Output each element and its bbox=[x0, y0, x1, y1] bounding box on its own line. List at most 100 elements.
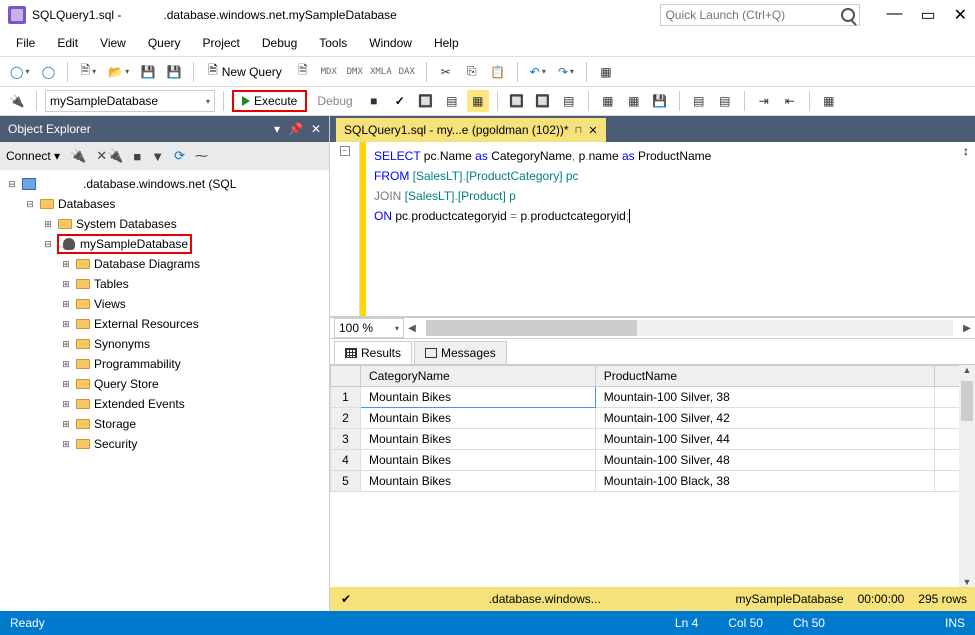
menu-debug[interactable]: Debug bbox=[252, 33, 307, 53]
activity-button[interactable]: ⁓ bbox=[195, 148, 208, 164]
tree-item-external-resources[interactable]: ⊞External Resources bbox=[0, 314, 329, 334]
collapse-icon[interactable]: ⊟ bbox=[42, 239, 54, 250]
close-tab-button[interactable]: ✕ bbox=[588, 124, 597, 137]
tree-item-security[interactable]: ⊞Security bbox=[0, 434, 329, 454]
column-categoryname[interactable]: CategoryName bbox=[361, 366, 596, 387]
cell-product[interactable]: Mountain-100 Silver, 38 bbox=[595, 387, 934, 408]
expand-icon[interactable]: ⊞ bbox=[60, 399, 72, 410]
table-row[interactable]: 2Mountain BikesMountain-100 Silver, 42 bbox=[331, 408, 975, 429]
stop-button-explorer[interactable]: ■ bbox=[133, 149, 141, 164]
expand-icon[interactable]: ⊞ bbox=[42, 219, 54, 230]
cell-category[interactable]: Mountain Bikes bbox=[361, 387, 596, 408]
display-plan-button[interactable]: 🔲 bbox=[415, 90, 437, 112]
horizontal-scrollbar[interactable] bbox=[426, 320, 953, 336]
debug-button[interactable]: Debug bbox=[311, 94, 358, 108]
messages-tab[interactable]: Messages bbox=[414, 341, 507, 364]
menu-window[interactable]: Window bbox=[359, 33, 422, 53]
cell-category[interactable]: Mountain Bikes bbox=[361, 471, 596, 492]
new-query-button[interactable]: 🗎 New Query bbox=[202, 59, 288, 84]
close-button[interactable]: ✕ bbox=[954, 5, 967, 25]
database-selector[interactable]: mySampleDatabase ▾ bbox=[45, 90, 215, 112]
uncomment-button[interactable]: ▤ bbox=[714, 90, 736, 112]
dax-button[interactable]: DAX bbox=[396, 61, 418, 83]
cell-product[interactable]: Mountain-100 Silver, 42 bbox=[595, 408, 934, 429]
dmx-button[interactable]: DMX bbox=[344, 61, 366, 83]
live-stats-button[interactable]: 🔲 bbox=[532, 90, 554, 112]
tree-item-programmability[interactable]: ⊞Programmability bbox=[0, 354, 329, 374]
fold-icon[interactable]: − bbox=[340, 146, 350, 156]
menu-query[interactable]: Query bbox=[138, 33, 191, 53]
scroll-right-button[interactable]: ▶ bbox=[959, 323, 975, 334]
column-productname[interactable]: ProductName bbox=[595, 366, 934, 387]
minimize-button[interactable]: — bbox=[886, 5, 902, 25]
cell-category[interactable]: Mountain Bikes bbox=[361, 450, 596, 471]
cell-product[interactable]: Mountain-100 Silver, 44 bbox=[595, 429, 934, 450]
expand-icon[interactable]: ⊞ bbox=[60, 339, 72, 350]
nav-forward-button[interactable]: ◯ bbox=[37, 61, 59, 83]
parse-button[interactable]: ✓ bbox=[389, 90, 411, 112]
xmla-button[interactable]: XMLA bbox=[370, 61, 392, 83]
paste-button[interactable]: 📋 bbox=[487, 61, 509, 83]
quick-launch-input[interactable] bbox=[665, 8, 841, 22]
tree-item-synonyms[interactable]: ⊞Synonyms bbox=[0, 334, 329, 354]
zoom-selector[interactable]: 100 % ▾ bbox=[334, 318, 404, 338]
expand-icon[interactable]: ⊞ bbox=[60, 279, 72, 290]
code-editor[interactable]: − SELECT pc.Name as CategoryName, p.name… bbox=[330, 142, 975, 317]
menu-view[interactable]: View bbox=[90, 33, 136, 53]
connect-button[interactable]: Connect ▾ bbox=[6, 149, 60, 163]
properties-button[interactable]: ▦ bbox=[595, 61, 617, 83]
client-stats-button[interactable]: ▤ bbox=[558, 90, 580, 112]
table-row[interactable]: 3Mountain BikesMountain-100 Silver, 44 bbox=[331, 429, 975, 450]
pin-icon[interactable]: ⊓ bbox=[575, 125, 583, 136]
menu-edit[interactable]: Edit bbox=[47, 33, 88, 53]
filter-button[interactable]: ▼ bbox=[151, 149, 164, 164]
stop-button[interactable]: ■ bbox=[363, 90, 385, 112]
maximize-button[interactable]: ▭ bbox=[920, 5, 935, 25]
tree-databases[interactable]: ⊟ Databases bbox=[0, 194, 329, 214]
panel-dropdown-button[interactable]: ▾ bbox=[274, 122, 280, 136]
tree-item-database-diagrams[interactable]: ⊞Database Diagrams bbox=[0, 254, 329, 274]
mdx-button[interactable]: MDX bbox=[318, 61, 340, 83]
tree-item-tables[interactable]: ⊞Tables bbox=[0, 274, 329, 294]
cell-category[interactable]: Mountain Bikes bbox=[361, 408, 596, 429]
copy-button[interactable]: ⎘ bbox=[461, 61, 483, 83]
expand-icon[interactable]: ⊞ bbox=[60, 359, 72, 370]
db-query-button[interactable]: 🗎 bbox=[292, 61, 314, 83]
panel-close-button[interactable]: ✕ bbox=[311, 122, 321, 136]
cell-product[interactable]: Mountain-100 Black, 38 bbox=[595, 471, 934, 492]
save-all-button[interactable]: 💾 bbox=[163, 61, 185, 83]
results-vertical-scrollbar[interactable]: ▲ ▼ bbox=[959, 365, 975, 587]
save-button[interactable]: 💾 bbox=[137, 61, 159, 83]
cell-category[interactable]: Mountain Bikes bbox=[361, 429, 596, 450]
expand-icon[interactable]: ⊞ bbox=[60, 379, 72, 390]
expand-icon[interactable]: ⊞ bbox=[60, 259, 72, 270]
change-connection-button[interactable]: 🔌 bbox=[6, 90, 28, 112]
menu-file[interactable]: File bbox=[6, 33, 45, 53]
collapse-icon[interactable]: ⊟ bbox=[6, 179, 18, 190]
results-grid[interactable]: CategoryName ProductName 1Mountain Bikes… bbox=[330, 365, 975, 587]
results-tab[interactable]: Results bbox=[334, 341, 412, 364]
expand-icon[interactable]: ⊞ bbox=[60, 419, 72, 430]
include-plan-button[interactable]: 🔲 bbox=[506, 90, 528, 112]
open-button[interactable]: 📂▾ bbox=[104, 61, 133, 83]
menu-help[interactable]: Help bbox=[424, 33, 469, 53]
tree-item-query-store[interactable]: ⊞Query Store bbox=[0, 374, 329, 394]
menu-project[interactable]: Project bbox=[193, 33, 250, 53]
quick-launch[interactable] bbox=[660, 4, 860, 26]
disconnect-all-button[interactable]: ✕🔌 bbox=[96, 148, 123, 164]
refresh-button[interactable]: ⟳ bbox=[174, 148, 185, 164]
intellisense-button[interactable]: ▦ bbox=[467, 90, 489, 112]
cut-button[interactable]: ✂ bbox=[435, 61, 457, 83]
outdent-button[interactable]: ⇤ bbox=[779, 90, 801, 112]
tree-server[interactable]: ⊟ .database.windows.net (SQL bbox=[0, 174, 329, 194]
comment-button[interactable]: ▤ bbox=[688, 90, 710, 112]
collapse-icon[interactable]: ⊟ bbox=[24, 199, 36, 210]
document-tab-active[interactable]: SQLQuery1.sql - my...e (pgoldman (102))*… bbox=[336, 118, 606, 142]
results-file-button[interactable]: 💾 bbox=[649, 90, 671, 112]
tree-system-databases[interactable]: ⊞ System Databases bbox=[0, 214, 329, 234]
scroll-left-button[interactable]: ◀ bbox=[404, 323, 420, 334]
expand-icon[interactable]: ⊞ bbox=[60, 319, 72, 330]
redo-button[interactable]: ↷▾ bbox=[554, 61, 578, 83]
table-row[interactable]: 1Mountain BikesMountain-100 Silver, 38 bbox=[331, 387, 975, 408]
code-text[interactable]: SELECT pc.Name as CategoryName, p.name a… bbox=[366, 142, 957, 316]
